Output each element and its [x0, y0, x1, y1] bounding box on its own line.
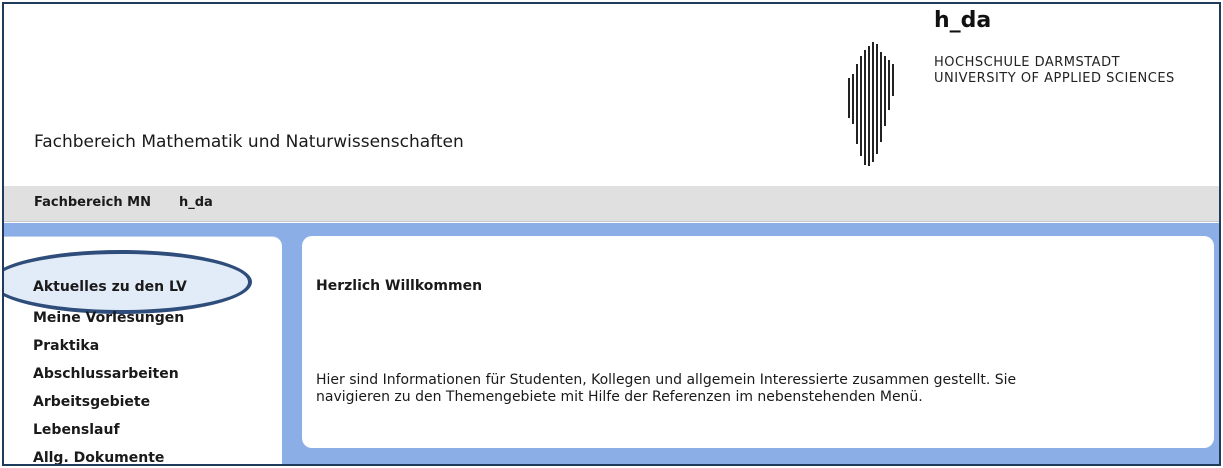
top-navbar: Fachbereich MN h_da — [4, 186, 1219, 222]
department-title: Fachbereich Mathematik und Naturwissensc… — [34, 132, 464, 152]
sidebar-item-aktuelles[interactable]: Aktuelles zu den LV — [33, 279, 187, 295]
sidebar-item-meine-vorlesungen[interactable]: Meine Vorlesungen — [33, 310, 184, 326]
content-intro-text: Hier sind Informationen für Studenten, K… — [316, 372, 1196, 406]
content-text-line-2: navigieren zu den Themengebiete mit Hilf… — [316, 389, 923, 405]
sidebar-item-praktika[interactable]: Praktika — [33, 338, 99, 354]
hda-logo[interactable]: h_da HOCHSCHULE DARMSTADT UNIVERSITY OF … — [834, 8, 1219, 178]
logo-line-2: UNIVERSITY OF APPLIED SCIENCES — [934, 71, 1175, 86]
content-panel: Herzlich Willkommen Hier sind Informatio… — [302, 236, 1214, 448]
page-header: Fachbereich Mathematik und Naturwissensc… — [4, 4, 1219, 182]
nav-link-hda[interactable]: h_da — [179, 195, 213, 210]
sidebar-item-arbeitsgebiete[interactable]: Arbeitsgebiete — [33, 394, 150, 410]
logo-line-1: HOCHSCHULE DARMSTADT — [934, 55, 1121, 70]
sidebar-item-lebenslauf[interactable]: Lebenslauf — [33, 422, 120, 438]
sidebar-item-allg-dokumente[interactable]: Allg. Dokumente — [33, 450, 164, 464]
nav-link-fachbereich-mn[interactable]: Fachbereich MN — [34, 195, 151, 210]
page-frame: Fachbereich Mathematik und Naturwissensc… — [2, 2, 1221, 466]
content-heading: Herzlich Willkommen — [316, 278, 483, 294]
hda-logo-mark-icon — [848, 42, 894, 166]
sidebar-item-abschlussarbeiten[interactable]: Abschlussarbeiten — [33, 366, 179, 382]
content-text-line-1: Hier sind Informationen für Studenten, K… — [316, 372, 1017, 388]
logo-brand-text: h_da — [934, 8, 992, 33]
